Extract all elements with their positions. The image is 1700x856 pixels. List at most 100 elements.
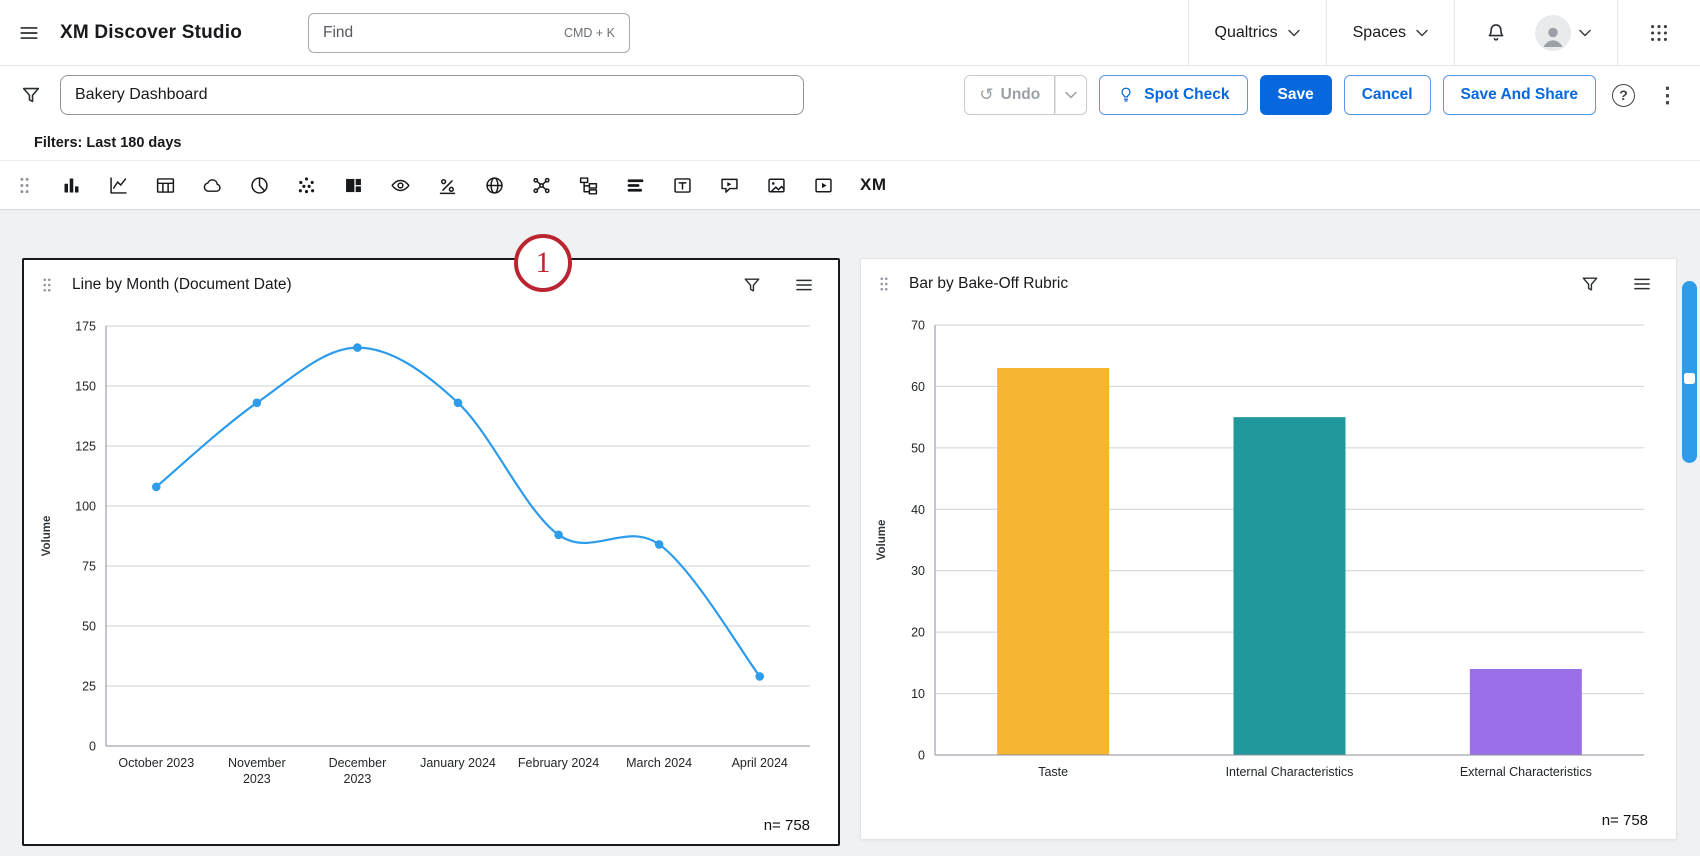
svg-text:25: 25 xyxy=(82,680,96,694)
right-panel-scrollbar[interactable] xyxy=(1682,281,1697,463)
svg-text:40: 40 xyxy=(911,503,925,517)
svg-text:60: 60 xyxy=(911,380,925,394)
cancel-button[interactable]: Cancel xyxy=(1344,75,1431,115)
svg-text:December2023: December2023 xyxy=(329,756,387,786)
bar-chart[interactable]: 010203040506070TasteInternal Characteris… xyxy=(865,309,1670,801)
svg-text:External Characteristics: External Characteristics xyxy=(1460,765,1592,779)
active-filters-text[interactable]: Filters: Last 180 days xyxy=(34,135,182,151)
widget-filter-button[interactable] xyxy=(1576,270,1604,298)
dashboard-filters-button[interactable] xyxy=(16,80,46,110)
svg-text:20: 20 xyxy=(911,626,925,640)
video-icon[interactable] xyxy=(813,175,834,196)
text-box-icon[interactable] xyxy=(672,175,693,196)
drag-handle-icon[interactable] xyxy=(14,175,35,196)
app-title: XM Discover Studio xyxy=(60,22,242,44)
svg-text:Internal Characteristics: Internal Characteristics xyxy=(1226,765,1354,779)
svg-text:50: 50 xyxy=(82,620,96,634)
table-icon[interactable] xyxy=(155,175,176,196)
spot-check-button[interactable]: Spot Check xyxy=(1099,75,1247,115)
apps-grid-button[interactable] xyxy=(1644,18,1674,48)
account-menu-button[interactable] xyxy=(1535,15,1591,51)
hierarchy-icon[interactable] xyxy=(578,175,599,196)
notifications-button[interactable] xyxy=(1481,18,1511,48)
question-mark-icon: ? xyxy=(1612,84,1635,107)
svg-text:30: 30 xyxy=(911,564,925,578)
main-menu-button[interactable] xyxy=(14,18,44,48)
save-button[interactable]: Save xyxy=(1260,75,1332,115)
nav-spaces-dropdown[interactable]: Spaces xyxy=(1326,0,1454,65)
help-button[interactable]: ? xyxy=(1608,80,1639,111)
line-data-point[interactable] xyxy=(554,531,563,540)
svg-text:October 2023: October 2023 xyxy=(118,756,194,770)
svg-text:January 2024: January 2024 xyxy=(420,756,496,770)
svg-text:February 2024: February 2024 xyxy=(518,756,599,770)
widget-menu-button[interactable] xyxy=(790,271,818,299)
eye-icon[interactable] xyxy=(390,175,411,196)
widget-header: Bar by Bake-Off Rubric xyxy=(861,259,1676,309)
line-chart-area: 0255075100125150175October 2023November2… xyxy=(24,310,838,844)
drag-handle-icon[interactable] xyxy=(875,275,893,293)
percent-trend-icon[interactable] xyxy=(437,175,458,196)
line-data-point[interactable] xyxy=(454,399,463,408)
line-data-point[interactable] xyxy=(353,343,362,352)
line-chart[interactable]: 0255075100125150175October 2023November2… xyxy=(28,310,834,806)
drag-handle-icon[interactable] xyxy=(38,276,56,294)
bar-1[interactable] xyxy=(1234,417,1346,755)
rows-icon[interactable] xyxy=(625,175,646,196)
bar-0[interactable] xyxy=(997,368,1109,755)
image-icon[interactable] xyxy=(766,175,787,196)
top-bar: XM Discover Studio Find CMD + K Qualtric… xyxy=(0,0,1700,66)
line-data-point[interactable] xyxy=(655,540,664,549)
widget-line-by-month[interactable]: Line by Month (Document Date) 0255075100… xyxy=(22,258,840,846)
widget-bar-by-rubric[interactable]: Bar by Bake-Off Rubric 010203040506070Ta… xyxy=(860,258,1677,840)
metric-icon[interactable] xyxy=(343,175,364,196)
annotation-1-badge: 1 xyxy=(514,234,572,292)
cloud-icon[interactable] xyxy=(202,175,223,196)
widget-title: Line by Month (Document Date) xyxy=(72,276,292,294)
undo-button[interactable]: ↺ Undo xyxy=(964,75,1055,115)
line-chart-icon[interactable] xyxy=(108,175,129,196)
widget-title: Bar by Bake-Off Rubric xyxy=(909,275,1068,293)
edit-toolbar: ↺ Undo Spot Check Save Cancel Save And S… xyxy=(0,66,1700,126)
pie-chart-icon[interactable] xyxy=(249,175,270,196)
network-icon[interactable] xyxy=(531,175,552,196)
save-and-share-button[interactable]: Save And Share xyxy=(1443,75,1596,115)
chevron-down-icon xyxy=(1416,29,1428,37)
widget-toolbar: XM xyxy=(0,160,1700,210)
svg-text:April 2024: April 2024 xyxy=(732,756,788,770)
label-icon[interactable] xyxy=(719,175,740,196)
filters-bar: Filters: Last 180 days xyxy=(0,126,1700,160)
bar-2[interactable] xyxy=(1470,669,1582,755)
svg-text:Volume: Volume xyxy=(876,520,888,561)
undo-history-dropdown-button[interactable] xyxy=(1055,75,1087,115)
search-shortcut: CMD + K xyxy=(564,26,615,40)
top-nav: Qualtrics Spaces xyxy=(1188,0,1700,65)
undo-icon: ↺ xyxy=(979,85,993,105)
svg-text:Taste: Taste xyxy=(1038,765,1068,779)
widget-menu-button[interactable] xyxy=(1628,270,1656,298)
app-root: XM Discover Studio Find CMD + K Qualtric… xyxy=(0,0,1700,856)
nav-qualtrics-dropdown[interactable]: Qualtrics xyxy=(1188,0,1326,65)
undo-label: Undo xyxy=(1001,86,1041,104)
xm-logo-icon[interactable]: XM xyxy=(860,175,887,195)
line-data-point[interactable] xyxy=(755,672,764,681)
global-search-input[interactable]: Find CMD + K xyxy=(308,13,630,53)
avatar xyxy=(1535,15,1571,51)
widget-filter-button[interactable] xyxy=(738,271,766,299)
svg-text:150: 150 xyxy=(75,380,96,394)
line-data-point[interactable] xyxy=(152,483,161,492)
dashboard-title-input[interactable] xyxy=(60,75,804,115)
scatter-icon[interactable] xyxy=(296,175,317,196)
svg-text:50: 50 xyxy=(911,441,925,455)
panel-toggle-icon[interactable] xyxy=(1684,373,1695,384)
more-options-button[interactable]: ⋮ xyxy=(1651,83,1684,108)
svg-text:70: 70 xyxy=(911,319,925,333)
bar-chart-area: 010203040506070TasteInternal Characteris… xyxy=(861,309,1676,839)
svg-text:Volume: Volume xyxy=(41,516,53,557)
lightbulb-icon xyxy=(1117,86,1135,104)
bar-chart-icon[interactable] xyxy=(61,175,82,196)
line-data-point[interactable] xyxy=(253,399,262,408)
globe-icon[interactable] xyxy=(484,175,505,196)
widget-header: Line by Month (Document Date) xyxy=(24,260,838,310)
svg-text:0: 0 xyxy=(89,740,96,754)
